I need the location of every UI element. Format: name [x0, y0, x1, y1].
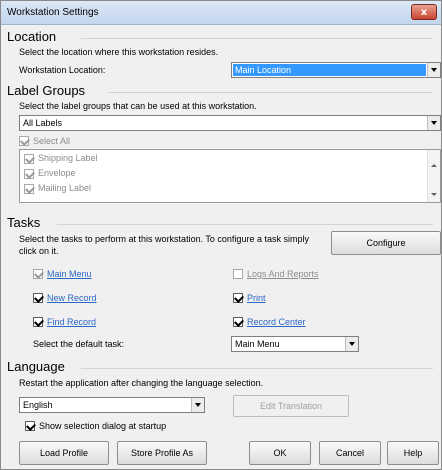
task-checkbox-logs-and-reports[interactable] [233, 269, 243, 279]
label-groups-dropdown-value: All Labels [23, 118, 63, 128]
store-profile-as-button[interactable]: Store Profile As [117, 441, 207, 465]
workstation-location-value: Main Location [235, 65, 292, 75]
language-dropdown-value: English [23, 400, 53, 410]
label-groups-description: Select the label groups that can be used… [19, 101, 257, 111]
scroll-up-icon[interactable] [431, 164, 437, 167]
workstation-settings-dialog: Workstation Settings x Location Select t… [0, 0, 442, 470]
location-divider [81, 38, 433, 39]
chevron-down-icon[interactable] [427, 63, 440, 77]
list-item-checkbox[interactable] [24, 154, 34, 164]
close-button[interactable]: x [411, 4, 437, 20]
list-item-checkbox[interactable] [24, 184, 34, 194]
task-checkbox-new-record[interactable] [33, 293, 43, 303]
default-task-value: Main Menu [235, 339, 280, 349]
task-link-main-menu[interactable]: Main Menu [47, 269, 92, 279]
tasks-description-line1: Select the tasks to perform at this work… [19, 234, 309, 244]
tasks-heading: Tasks [7, 215, 41, 230]
task-link-print[interactable]: Print [247, 293, 266, 303]
show-dialog-label: Show selection dialog at startup [39, 421, 167, 431]
task-checkbox-find-record[interactable] [33, 317, 43, 327]
chevron-down-icon[interactable] [427, 116, 440, 130]
edit-translation-button[interactable]: Edit Translation [233, 395, 349, 417]
task-link-record-center[interactable]: Record Center [247, 317, 306, 327]
task-checkbox-print[interactable] [233, 293, 243, 303]
label-groups-heading: Label Groups [7, 83, 86, 98]
language-heading: Language [7, 359, 65, 374]
chevron-down-icon[interactable] [345, 337, 358, 351]
title-bar[interactable]: Workstation Settings x [1, 1, 441, 25]
workstation-location-dropdown[interactable]: Main Location [231, 62, 441, 78]
scroll-down-icon[interactable] [431, 193, 437, 196]
configure-button[interactable]: Configure [331, 231, 441, 255]
list-item-checkbox[interactable] [24, 169, 34, 179]
location-heading: Location [7, 29, 57, 44]
show-dialog-checkbox[interactable] [25, 421, 35, 431]
language-description: Restart the application after changing t… [19, 378, 264, 388]
close-icon: x [420, 6, 428, 18]
select-all-label: Select All [33, 136, 71, 146]
load-profile-button[interactable]: Load Profile [19, 441, 109, 465]
list-item-label: Mailing Label [38, 183, 92, 193]
task-link-new-record[interactable]: New Record [47, 293, 97, 303]
list-item-label: Shipping Label [38, 153, 98, 163]
task-checkbox-main-menu[interactable] [33, 269, 43, 279]
task-link-logs-and-reports[interactable]: Logs And Reports [247, 269, 319, 279]
select-all-checkbox[interactable] [19, 136, 29, 146]
label-groups-dropdown[interactable]: All Labels [19, 115, 441, 131]
help-button[interactable]: Help [387, 441, 439, 465]
window-title: Workstation Settings [7, 7, 99, 18]
label-groups-list[interactable]: Shipping Label Envelope Mailing Label [19, 149, 441, 203]
default-task-label: Select the default task: [33, 339, 125, 349]
tasks-description-line2: click on it. [19, 246, 59, 256]
task-checkbox-record-center[interactable] [233, 317, 243, 327]
cancel-button[interactable]: Cancel [319, 441, 381, 465]
location-description: Select the location where this workstati… [19, 47, 219, 57]
label-groups-divider [109, 92, 433, 93]
list-item-label: Envelope [38, 168, 76, 178]
language-divider [81, 368, 433, 369]
list-scrollbar[interactable] [427, 150, 440, 202]
language-dropdown[interactable]: English [19, 397, 205, 413]
workstation-location-label: Workstation Location: [19, 65, 106, 75]
default-task-dropdown[interactable]: Main Menu [231, 336, 359, 352]
tasks-divider [57, 224, 433, 225]
ok-button[interactable]: OK [249, 441, 311, 465]
chevron-down-icon[interactable] [191, 398, 204, 412]
task-link-find-record[interactable]: Find Record [47, 317, 96, 327]
